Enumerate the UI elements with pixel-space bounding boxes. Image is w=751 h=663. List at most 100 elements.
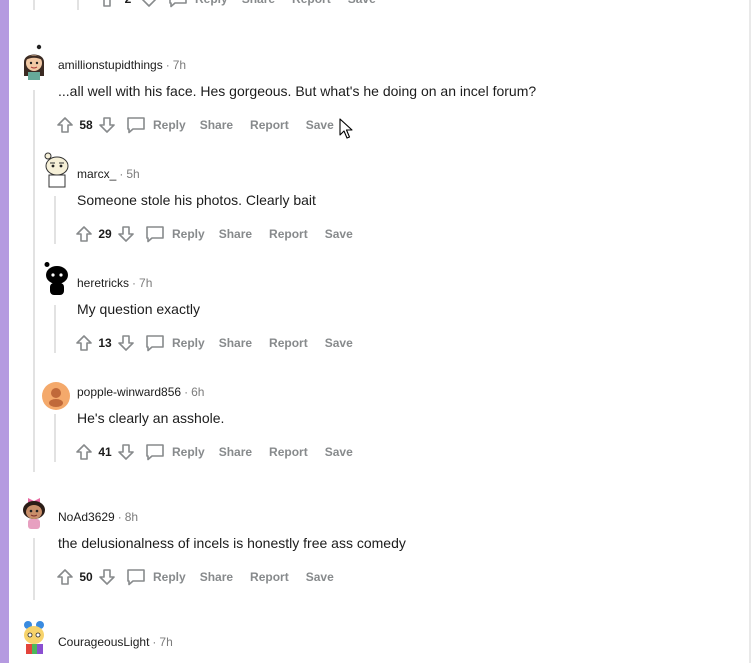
avatar-default-icon[interactable] [42,378,70,414]
comment-bubble-icon [146,226,164,243]
save-button[interactable]: Save [325,336,353,350]
share-button[interactable]: Share [219,227,252,241]
downvote-button[interactable] [115,223,137,245]
share-button[interactable]: Share [200,118,233,132]
comment-bubble-icon [146,335,164,352]
thread-line[interactable] [33,538,35,600]
save-button[interactable]: Save [325,227,353,241]
downvote-button[interactable] [138,0,160,10]
upvote-button[interactable] [73,223,95,245]
vote-score: 58 [79,118,93,132]
comment-actions: 29 Reply Share Report Save [73,222,370,246]
username-link[interactable]: NoAd3629 [58,510,115,524]
comment-header: amillionstupidthings · 7h [58,58,186,72]
reply-button[interactable]: Reply [168,0,228,8]
timestamp[interactable]: 7h [173,58,186,72]
downvote-icon [141,0,157,7]
username-link[interactable]: marcx_ [77,167,116,181]
comment-text: the delusionalness of incels is honestly… [58,535,406,551]
comment-actions: 50 Reply Share Report Save [54,565,351,589]
share-button[interactable]: Share [219,336,252,350]
upvote-button[interactable] [96,0,118,10]
separator: · [152,635,157,649]
downvote-button[interactable] [96,114,118,136]
upvote-icon [76,444,92,460]
report-button[interactable]: Report [250,570,289,584]
save-button[interactable]: Save [306,118,334,132]
downvote-button[interactable] [115,332,137,354]
report-button[interactable]: Report [269,336,308,350]
reply-button[interactable]: Reply [145,225,205,243]
report-button[interactable]: Report [250,118,289,132]
separator: · [165,58,170,72]
report-button[interactable]: Report [269,445,308,459]
reply-button[interactable]: Reply [145,334,205,352]
timestamp[interactable]: 6h [191,385,204,399]
timestamp[interactable]: 7h [139,276,152,290]
reply-label: Reply [172,445,205,459]
thread-line[interactable] [54,305,56,353]
report-button[interactable]: Report [292,0,331,6]
downvote-button[interactable] [115,441,137,463]
comment-header: NoAd3629 · 8h [58,510,138,524]
thread-line[interactable] [54,196,56,244]
separator: · [184,385,189,399]
comment-header: CourageousLight · 7h [58,635,173,649]
upvote-button[interactable] [73,332,95,354]
comment-header: marcx_ · 5h [77,167,140,181]
upvote-button[interactable] [54,566,76,588]
downvote-icon [118,335,134,351]
share-button[interactable]: Share [242,0,275,6]
save-button[interactable]: Save [306,570,334,584]
vote-score: 29 [98,227,112,241]
reply-button[interactable]: Reply [145,443,205,461]
vote-score: 41 [98,445,112,459]
reply-button[interactable]: Reply [126,116,186,134]
timestamp[interactable]: 8h [125,510,138,524]
comment-bubble-icon [127,117,145,134]
username-link[interactable]: heretricks [77,276,129,290]
upvote-icon [103,0,111,7]
avatar-robot-icon[interactable] [42,152,70,188]
share-button[interactable]: Share [200,570,233,584]
avatar-colorful-icon[interactable] [20,619,48,655]
username-link[interactable]: popple-winward856 [77,385,181,399]
timestamp[interactable]: 5h [126,167,139,181]
downvote-icon [118,444,134,460]
comment-text: He's clearly an asshole. [77,410,225,426]
username-link[interactable]: amillionstupidthings [58,58,163,72]
upvote-button[interactable] [54,114,76,136]
share-button[interactable]: Share [219,445,252,459]
separator: · [119,167,124,181]
comment-header: popple-winward856 · 6h [77,385,204,399]
username-link[interactable]: CourageousLight [58,635,149,649]
comment-actions: 41 Reply Share Report Save [73,440,370,464]
sidebar-accent-bar [0,0,9,663]
avatar-girl-icon[interactable] [20,44,48,80]
reply-label: Reply [172,336,205,350]
thread-line[interactable] [77,0,79,10]
comment-bubble-icon [127,569,145,586]
separator: · [132,276,137,290]
reply-button[interactable]: Reply [126,568,186,586]
avatar-silhouette-icon[interactable] [42,261,70,297]
thread-line[interactable] [54,414,56,462]
downvote-button[interactable] [96,566,118,588]
reply-label: Reply [195,0,228,6]
comment-text: ...all well with his face. Hes gorgeous.… [58,83,537,99]
comment-actions: 13 Reply Share Report Save [73,331,370,355]
thread-line[interactable] [33,0,35,10]
downvote-icon [99,117,115,133]
timestamp[interactable]: 7h [159,635,172,649]
upvote-button[interactable] [73,441,95,463]
avatar-bow-icon[interactable] [20,494,48,530]
comment-header: heretricks · 7h [77,276,152,290]
save-button[interactable]: Save [325,445,353,459]
downvote-icon [99,569,115,585]
upvote-icon [76,226,92,242]
reply-label: Reply [153,118,186,132]
save-button[interactable]: Save [348,0,376,6]
thread-line[interactable] [33,90,35,472]
report-button[interactable]: Report [269,227,308,241]
mouse-cursor-icon [339,118,353,139]
